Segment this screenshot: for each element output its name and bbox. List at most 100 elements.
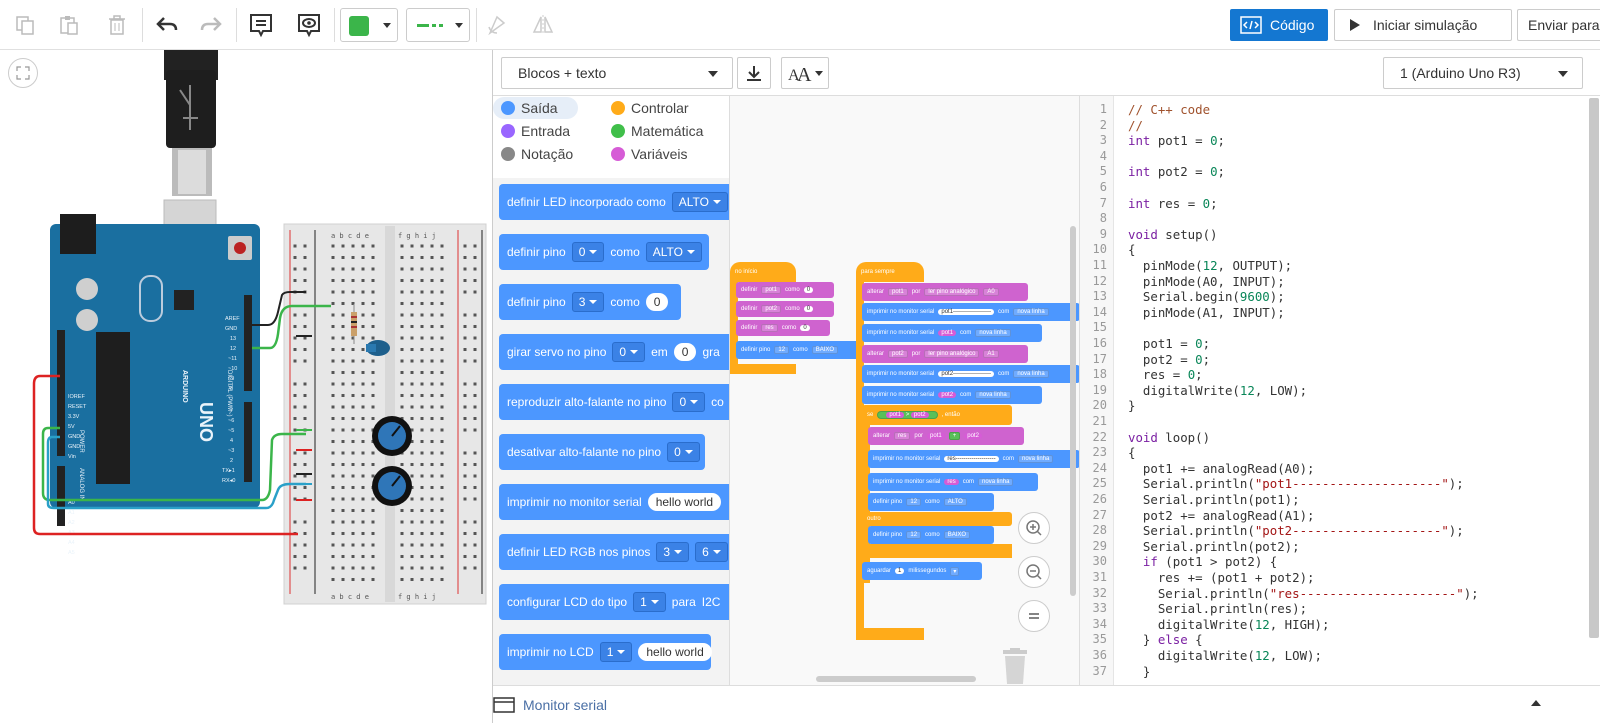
category-variables[interactable]: Variáveis — [611, 143, 688, 165]
font-size-button[interactable]: AA — [781, 57, 829, 89]
palette-block-list: definir LED incorporado como ALTO defini… — [493, 178, 729, 685]
line-number: 33 — [1092, 601, 1107, 616]
redo-icon[interactable] — [194, 8, 228, 42]
category-dot — [611, 147, 625, 161]
palette-block[interactable]: reproduzir alto-falante no pino 0 co — [499, 384, 729, 420]
workspace-vscroll[interactable] — [1070, 226, 1076, 596]
serial-print-block[interactable]: imprimir no monitor serial pot2 com nova li… — [862, 386, 1042, 404]
serial-print-block[interactable]: imprimir no monitor serial pot1 com nova li… — [862, 324, 1042, 342]
circuit-diagram: UNO ARDUINO DIGITAL (PWM~) POWER ANALOG … — [32, 50, 487, 605]
change-variable-block[interactable]: alterar res por pot1 + pot2 — [868, 427, 1024, 445]
category-notation[interactable]: Notação — [493, 143, 573, 165]
rotate-icon[interactable] — [482, 8, 512, 42]
palette-block[interactable]: definir pino 3 como 0 — [499, 284, 681, 320]
wait-block[interactable]: aguardar 1 milissegundos ▾ — [862, 562, 982, 580]
chevron-up-icon[interactable] — [1531, 700, 1541, 706]
code-line: pinMode(A1, INPUT); — [1128, 304, 1285, 320]
palette-block[interactable]: definir LED incorporado como ALTO — [499, 184, 729, 220]
category-math[interactable]: Matemática — [611, 120, 703, 142]
zoom-in-button[interactable] — [1018, 512, 1050, 544]
undo-icon[interactable] — [150, 8, 184, 42]
resistor — [351, 312, 357, 336]
if-else-block[interactable]: se pot1 > pot2 , então — [862, 405, 1012, 425]
visibility-icon[interactable] — [292, 8, 326, 42]
set-pin-block[interactable]: definir pino 12 como ALTO — [868, 493, 994, 511]
block-dropdown[interactable]: 0 — [667, 442, 700, 462]
line-number: 34 — [1092, 616, 1107, 631]
trash-icon[interactable] — [100, 8, 134, 42]
set-variable-block[interactable]: definir pot1 como 0 — [736, 282, 834, 298]
svg-text:ANALOG IN: ANALOG IN — [78, 468, 84, 501]
chevron-down-icon — [383, 23, 391, 28]
change-variable-block[interactable]: alterar pot1 por ler pino analógico A0 — [862, 283, 1028, 301]
code-scrollbar[interactable] — [1589, 98, 1599, 638]
block-value[interactable]: hello world — [647, 493, 722, 511]
block-value[interactable]: hello world — [638, 643, 712, 661]
block-dropdown[interactable]: 1 — [633, 592, 666, 612]
set-pin-block[interactable]: definir pino 12 como BAIXO — [736, 341, 860, 359]
copy-icon[interactable] — [8, 8, 42, 42]
wire-type-dropdown[interactable] — [406, 8, 470, 42]
palette-block[interactable]: imprimir no monitor serial hello world — [499, 484, 729, 520]
zoom-reset-button[interactable] — [1018, 600, 1050, 632]
block-dropdown[interactable]: ALTO — [645, 242, 702, 262]
palette-block[interactable]: desativar alto-falante no pino 0 — [499, 434, 705, 470]
board-select[interactable]: 1 (Arduino Uno R3) — [1383, 57, 1583, 89]
mirror-icon[interactable] — [528, 8, 558, 42]
color-picker-dropdown[interactable] — [340, 8, 398, 42]
download-button[interactable] — [737, 57, 771, 89]
set-variable-block[interactable]: definir res como 0 — [736, 320, 830, 336]
top-toolbar: Código Iniciar simulação Enviar para — [0, 0, 1600, 50]
block-dropdown[interactable]: 0 — [571, 242, 605, 262]
circuit-canvas[interactable]: UNO ARDUINO DIGITAL (PWM~) POWER ANALOG … — [0, 50, 492, 723]
palette-block[interactable]: definir pino 0 como ALTO — [499, 234, 709, 270]
block-palette: Saída Controlar Entrada Matemática Notaç… — [493, 96, 729, 685]
palette-block[interactable]: configurar LCD do tipo 1 para I2C — [499, 584, 729, 620]
serial-print-block[interactable]: imprimir no monitor serial res-----------… — [868, 450, 1079, 468]
serial-print-block[interactable]: imprimir no monitor serial pot1----------… — [862, 303, 1079, 321]
start-simulation-button[interactable]: Iniciar simulação — [1334, 9, 1512, 41]
blocks-workspace[interactable]: no início definir pot1 como 0 definir pot2 co… — [729, 96, 1079, 685]
block-dropdown[interactable]: 0 — [672, 392, 706, 412]
else-label: outro — [862, 512, 1012, 526]
category-control[interactable]: Controlar — [611, 97, 689, 119]
block-dropdown[interactable]: 1 — [599, 642, 633, 662]
palette-block[interactable]: imprimir no LCD 1 hello world — [499, 634, 712, 670]
code-icon — [1240, 16, 1262, 34]
category-input[interactable]: Entrada — [493, 120, 570, 142]
block-dropdown[interactable]: ALTO — [671, 192, 728, 212]
editor-mode-select[interactable]: Blocos + texto — [501, 57, 733, 89]
setup-hat-block[interactable]: no início — [730, 262, 796, 282]
block-dropdown[interactable]: 3 — [656, 542, 690, 562]
block-dropdown[interactable]: 3 — [571, 292, 605, 312]
category-dot — [611, 124, 625, 138]
zoom-out-button[interactable] — [1018, 556, 1050, 588]
serial-monitor-bar[interactable]: Monitor serial — [493, 685, 1600, 723]
set-variable-block[interactable]: definir pot2 como 0 — [736, 301, 834, 317]
category-label: Matemática — [631, 123, 704, 139]
block-dropdown[interactable]: 6 — [695, 542, 728, 562]
trash-bin-icon[interactable] — [1000, 648, 1030, 684]
serial-print-block[interactable]: imprimir no monitor serial pot2----------… — [862, 365, 1079, 383]
block-value[interactable]: 0 — [645, 293, 669, 311]
notes-icon[interactable] — [244, 8, 278, 42]
loop-hat-block[interactable]: para sempre — [856, 262, 924, 282]
category-output[interactable]: Saída — [493, 97, 578, 119]
change-variable-block[interactable]: alterar pot2 por ler pino analógico A1 — [862, 345, 1028, 363]
line-number-gutter: 1 2 3 4 5 6 7 8 9 10 11 12 13 14 15 16 17 18 19 20 21 22 23 24 2… — [1080, 96, 1114, 685]
block-dropdown[interactable]: 0 — [612, 342, 646, 362]
svg-text:A5: A5 — [68, 550, 75, 556]
svg-text:4: 4 — [230, 438, 233, 444]
paste-icon[interactable] — [52, 8, 86, 42]
code-line: res = 0; — [1128, 367, 1203, 383]
palette-block[interactable]: girar servo no pino 0 em 0 gra — [499, 334, 729, 370]
palette-block[interactable]: definir LED RGB nos pinos 3 6 — [499, 534, 729, 570]
serial-print-block[interactable]: imprimir no monitor serial res com nova lin… — [868, 473, 1038, 491]
send-to-button[interactable]: Enviar para — [1517, 9, 1600, 41]
code-button[interactable]: Código — [1230, 9, 1328, 41]
serial-monitor-icon — [493, 697, 515, 713]
set-pin-block[interactable]: definir pino 12 como BAIXO — [868, 526, 994, 544]
block-value[interactable]: 0 — [673, 343, 697, 361]
workspace-hscroll[interactable] — [816, 676, 976, 682]
code-text-area[interactable]: 1 2 3 4 5 6 7 8 9 10 11 12 13 14 15 16 17 18 19 20 21 22 23 24 2… — [1079, 96, 1600, 685]
